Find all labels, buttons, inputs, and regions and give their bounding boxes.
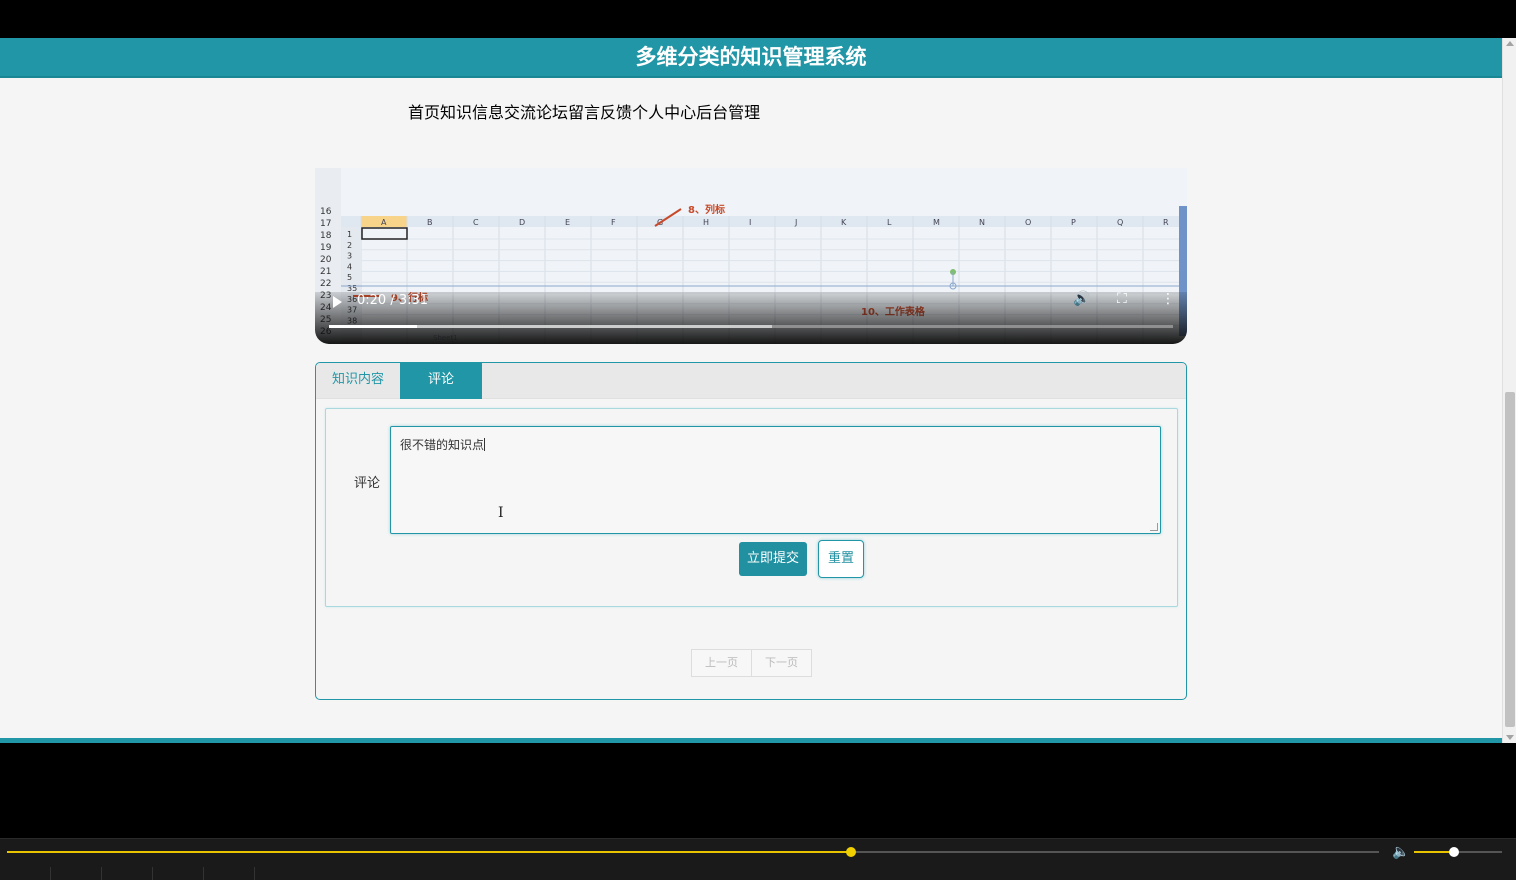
media-seek-bar[interactable] [7,851,1379,853]
inner-row-number: 2 [347,241,352,250]
column-label: N [979,218,985,227]
tab-comments[interactable]: 评论 [400,363,483,399]
pagination: 上一页 下一页 [691,649,812,677]
nav-item-forum[interactable]: 交流论坛 [504,99,568,123]
volume-icon[interactable]: 🔊 [1073,291,1090,307]
nav-item-feedback[interactable]: 留言反馈 [568,99,632,123]
screen: 多维分类的知识管理系统 首页 知识信息 交流论坛 留言反馈 个人中心 后台管理 … [0,0,1516,880]
column-label: Q [1117,218,1123,227]
row-number: 20 [320,255,332,265]
status-cell [204,867,255,880]
scroll-up-icon[interactable] [1506,41,1514,46]
main-nav: 首页 知识信息 交流论坛 留言反馈 个人中心 后台管理 [408,99,760,123]
column-label: E [565,218,570,227]
browser-page: 多维分类的知识管理系统 首页 知识信息 交流论坛 留言反馈 个人中心 后台管理 … [0,38,1502,743]
media-seek-fill [7,851,851,853]
column-label: K [841,218,847,227]
selected-cell [361,227,408,240]
video-time: 0:20 / 3:31 [357,293,429,308]
video-progress-bar[interactable] [329,325,1173,328]
next-page-button[interactable]: 下一页 [752,649,812,677]
inner-row-number: 3 [347,252,352,261]
column-label: I [749,218,751,227]
row-number: 17 [320,219,331,229]
video-player[interactable]: 1617181920212223242526ABCDEFGHIJKLMNOPQR… [315,168,1187,344]
media-player-bar: 🔈 [0,838,1516,880]
footer-strip [0,738,1502,743]
row-number: 19 [320,243,332,253]
reset-button[interactable]: 重置 [818,540,864,578]
media-volume-knob[interactable] [1448,847,1459,857]
status-cell [102,867,153,880]
video-controls-overlay [315,292,1187,344]
player-status-cells [0,867,255,880]
column-label: F [611,218,616,227]
column-label: O [1025,218,1031,227]
column-label: P [1071,218,1076,227]
row-number: 21 [320,267,331,277]
nav-item-knowledge[interactable]: 知识信息 [440,99,504,123]
comment-form: 评论 很不错的知识点 I 立即提交 重置 [325,408,1178,607]
video-played [329,325,417,328]
play-icon[interactable] [333,296,342,308]
site-title: 多维分类的知识管理系统 [635,45,867,69]
prev-page-button[interactable]: 上一页 [691,649,752,677]
column-label: C [473,218,479,227]
column-label: A [381,218,387,227]
nav-item-admin[interactable]: 后台管理 [696,99,760,123]
nav-item-profile[interactable]: 个人中心 [632,99,696,123]
status-cell [51,867,102,880]
scroll-down-icon[interactable] [1506,735,1514,740]
row-number: 18 [320,231,332,241]
text-caret [484,438,486,451]
submit-button[interactable]: 立即提交 [739,542,807,576]
status-cell [0,867,51,880]
media-volume-fill [1414,851,1454,853]
fullscreen-icon[interactable]: ⛶ [1117,291,1127,307]
comment-textarea[interactable]: 很不错的知识点 [390,426,1161,534]
media-seek-knob[interactable] [845,847,856,857]
tab-panel: 知识内容 评论 评论 很不错的知识点 I 立即提交 重置 上一页 下一页 [315,362,1187,700]
tab-knowledge-content[interactable]: 知识内容 [316,363,400,399]
scrollbar-thumb[interactable] [1505,392,1515,727]
inner-row-number: 1 [347,230,352,239]
annotation-col-marker: 8、列标 [688,203,725,216]
text-cursor-icon: I [498,505,504,521]
speaker-icon[interactable]: 🔈 [1392,844,1409,860]
page-scrollbar[interactable] [1502,38,1516,743]
comment-label: 评论 [354,476,381,491]
column-label: H [703,218,709,227]
comment-text: 很不错的知识点 [400,438,485,452]
column-label: J [794,218,797,227]
inner-row-number: 5 [347,273,352,282]
column-label: D [519,218,525,227]
resize-handle-icon[interactable] [1150,523,1158,531]
status-cell [153,867,204,880]
row-number: 22 [320,279,331,289]
column-label: M [933,218,940,227]
site-header: 多维分类的知识管理系统 [0,38,1502,78]
column-label: L [887,218,892,227]
more-options-icon[interactable]: ⋮ [1161,291,1175,307]
column-label: R [1163,218,1169,227]
inner-row-number: 4 [347,262,352,271]
column-label: B [427,218,433,227]
row-number: 16 [320,207,332,217]
nav-item-home[interactable]: 首页 [408,99,440,123]
tab-bar: 知识内容 评论 [316,363,1186,399]
column-header-band [341,216,1181,227]
